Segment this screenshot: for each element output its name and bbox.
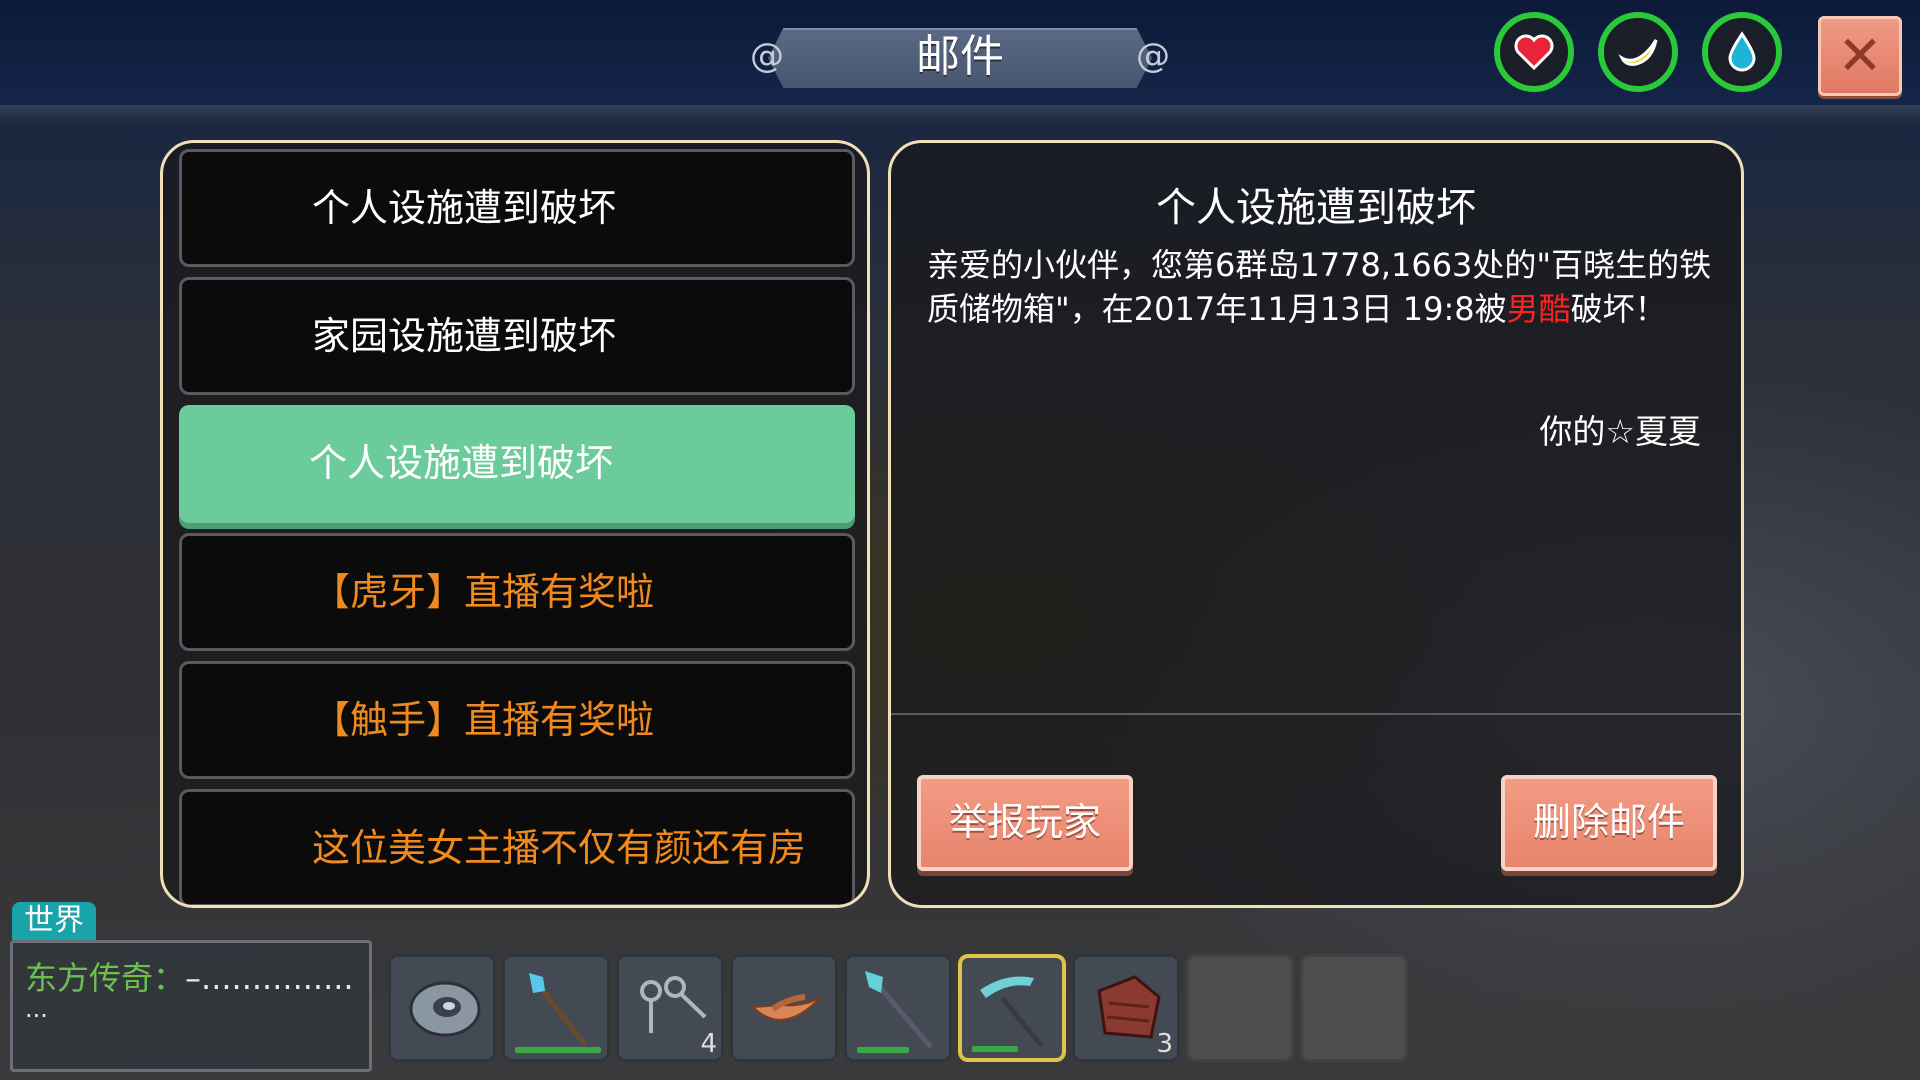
chat-text: –............... xyxy=(185,959,354,997)
hotbar-slot[interactable]: 3 xyxy=(1072,954,1180,1062)
title-banner: @ @ 邮件 xyxy=(748,24,1172,90)
mail-item[interactable]: 这位美女主播不仅有颜还有房 xyxy=(179,789,855,905)
durability-bar xyxy=(515,1047,601,1053)
chat-box[interactable]: 东方传奇：–............... ... xyxy=(10,940,372,1072)
mail-detail-title: 个人设施遭到破坏 xyxy=(1156,185,1476,231)
mail-subject: 【触手】直播有奖啦 xyxy=(312,698,655,742)
close-icon: ✕ xyxy=(1837,24,1883,87)
mail-item[interactable]: 【触手】直播有奖啦 xyxy=(179,661,855,779)
banana-icon xyxy=(1618,39,1658,66)
crystal-pickaxe-icon xyxy=(980,976,1044,1048)
hotbar-slot-selected[interactable] xyxy=(958,954,1066,1062)
mail-list-panel: 个人设施遭到破坏 家园设施遭到破坏 个人设施遭到破坏 【虎牙】直播有奖啦 【触手… xyxy=(160,140,870,908)
thirst-status[interactable] xyxy=(1702,12,1782,92)
crystal-staff-icon xyxy=(529,973,587,1047)
mail-item[interactable]: 【虎牙】直播有奖啦 xyxy=(179,533,855,651)
hotbar-slot-empty[interactable] xyxy=(1300,954,1408,1062)
divider xyxy=(891,713,1741,715)
attacker-name[interactable]: 男酷 xyxy=(1507,290,1571,328)
crystal-spear-icon xyxy=(865,971,933,1049)
item-quantity: 3 xyxy=(1156,1029,1173,1059)
mail-subject: 【虎牙】直播有奖啦 xyxy=(312,570,655,614)
hotbar-slot[interactable] xyxy=(730,954,838,1062)
mail-detail-body: 亲爱的小伙伴，您第6群岛1778,1663处的"百晓生的铁质储物箱"，在2017… xyxy=(927,243,1717,331)
water-drop-icon xyxy=(1728,31,1756,72)
mail-item[interactable]: 个人设施遭到破坏 xyxy=(179,149,855,267)
chat-sender: 东方传奇： xyxy=(25,959,186,997)
mail-detail-panel: 个人设施遭到破坏 亲爱的小伙伴，您第6群岛1778,1663处的"百晓生的铁质储… xyxy=(888,140,1744,908)
mail-subject: 家园设施遭到破坏 xyxy=(312,314,617,358)
durability-bar xyxy=(972,1046,1018,1052)
health-status[interactable] xyxy=(1494,12,1574,92)
mail-signature: 你的☆夏夏 xyxy=(1539,412,1701,451)
wooden-boat-icon xyxy=(750,994,822,1021)
hotbar-slot[interactable] xyxy=(502,954,610,1062)
horizon-glow xyxy=(0,105,1920,125)
mail-body-text-end: 破坏！ xyxy=(1570,290,1667,328)
hotbar-slot[interactable] xyxy=(844,954,952,1062)
item-quantity: 4 xyxy=(700,1029,717,1059)
durability-bar xyxy=(857,1047,909,1053)
hotbar-slot-empty[interactable] xyxy=(1186,954,1294,1062)
mail-item-selected[interactable]: 个人设施遭到破坏 xyxy=(179,405,855,523)
chat-continuation: ... xyxy=(25,995,48,1023)
hunger-status[interactable] xyxy=(1598,12,1678,92)
shield-item-icon xyxy=(409,981,481,1037)
hotbar-slot[interactable] xyxy=(388,954,496,1062)
chat-channel-tab[interactable]: 世界 xyxy=(12,902,96,940)
mail-item[interactable]: 家园设施遭到破坏 xyxy=(179,277,855,395)
heart-icon xyxy=(1514,34,1554,71)
mail-subject: 这位美女主播不仅有颜还有房 xyxy=(312,826,807,870)
report-player-button[interactable]: 举报玩家 xyxy=(917,775,1133,871)
mail-subject: 个人设施遭到破坏 xyxy=(309,441,614,485)
delete-mail-button[interactable]: 删除邮件 xyxy=(1501,775,1717,871)
window-title: 邮件 xyxy=(916,31,1004,82)
mail-subject: 个人设施遭到破坏 xyxy=(312,186,617,230)
close-button[interactable]: ✕ xyxy=(1818,16,1902,96)
hotbar-slot[interactable]: 4 xyxy=(616,954,724,1062)
chat-message: 东方传奇：–............... xyxy=(25,953,354,999)
